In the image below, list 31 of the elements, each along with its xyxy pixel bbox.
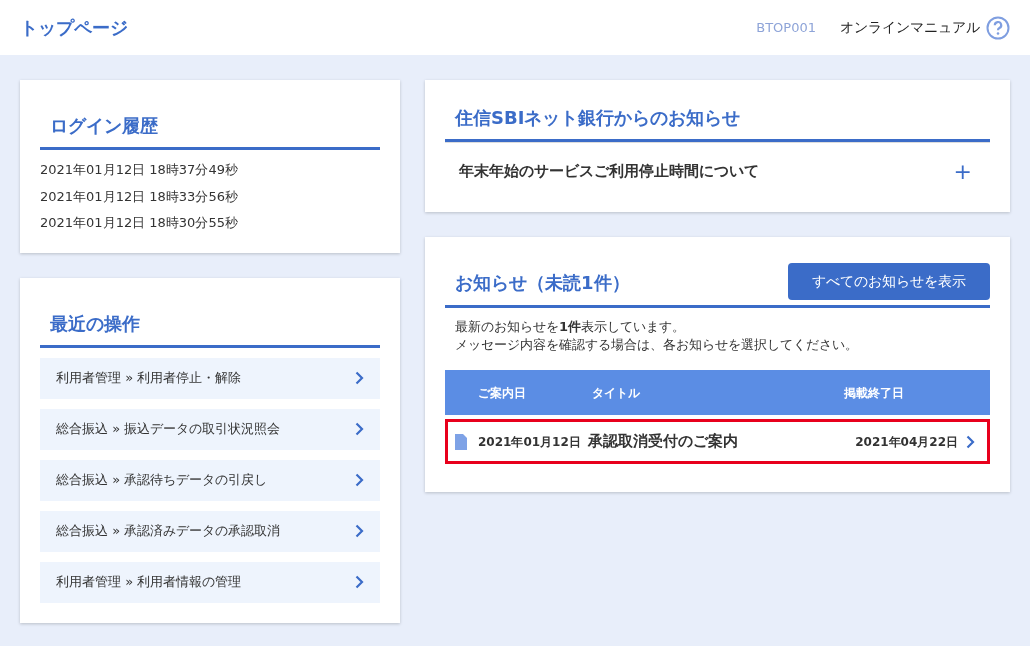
card-title: お知らせ（未読1件） (455, 271, 630, 295)
card-title: 最近の操作 (50, 311, 141, 336)
online-manual-link[interactable]: オンラインマニュアル (840, 17, 980, 38)
login-timestamp: 2021年01月12日 18時30分55秒 (40, 214, 239, 232)
show-all-notices-button[interactable]: すべてのお知らせを表示 (788, 263, 990, 300)
notice-title: 承認取消受付のご案内 (588, 431, 739, 453)
chevron-right-icon (966, 434, 975, 449)
login-timestamp: 2021年01月12日 18時37分49秒 (40, 161, 239, 179)
recent-operation-link[interactable]: 総合振込 » 承認待ちデータの引戻し (40, 459, 380, 501)
notice-description: 最新のお知らせを1件表示しています。 (455, 318, 687, 336)
notice-end-date: 2021年04月22日 (855, 433, 958, 451)
screen-id: BTOP001 (756, 18, 816, 37)
chevron-right-icon (355, 422, 364, 436)
recent-operation-link[interactable]: 総合振込 » 承認済みデータの承認取消 (40, 510, 380, 552)
card-title: 住信SBIネット銀行からのお知らせ (455, 106, 742, 130)
recent-operation-link[interactable]: 利用者管理 » 利用者停止・解除 (40, 357, 380, 399)
notice-date: 2021年01月12日 (478, 433, 582, 451)
notice-row[interactable]: 2021年01月12日 承認取消受付のご案内 2021年04月22日 (445, 419, 990, 464)
page-title: トップページ (20, 16, 128, 40)
help-icon[interactable] (986, 15, 1010, 40)
login-timestamp: 2021年01月12日 18時33分56秒 (40, 187, 239, 206)
chevron-right-icon (355, 524, 364, 538)
chevron-right-icon (355, 371, 364, 385)
document-icon (454, 432, 468, 451)
chevron-right-icon (355, 575, 364, 589)
notice-description: メッセージ内容を確認する場合は、各お知らせを選択してください。 (455, 336, 859, 354)
recent-operation-link[interactable]: 利用者管理 » 利用者情報の管理 (40, 561, 380, 603)
notices-table-header: ご案内日 タイトル 掲載終了日 (445, 370, 990, 415)
card-title: ログイン履歴 (50, 114, 159, 138)
recent-operation-link[interactable]: 総合振込 » 振込データの取引状況照会 (40, 408, 380, 450)
chevron-right-icon (355, 473, 364, 487)
